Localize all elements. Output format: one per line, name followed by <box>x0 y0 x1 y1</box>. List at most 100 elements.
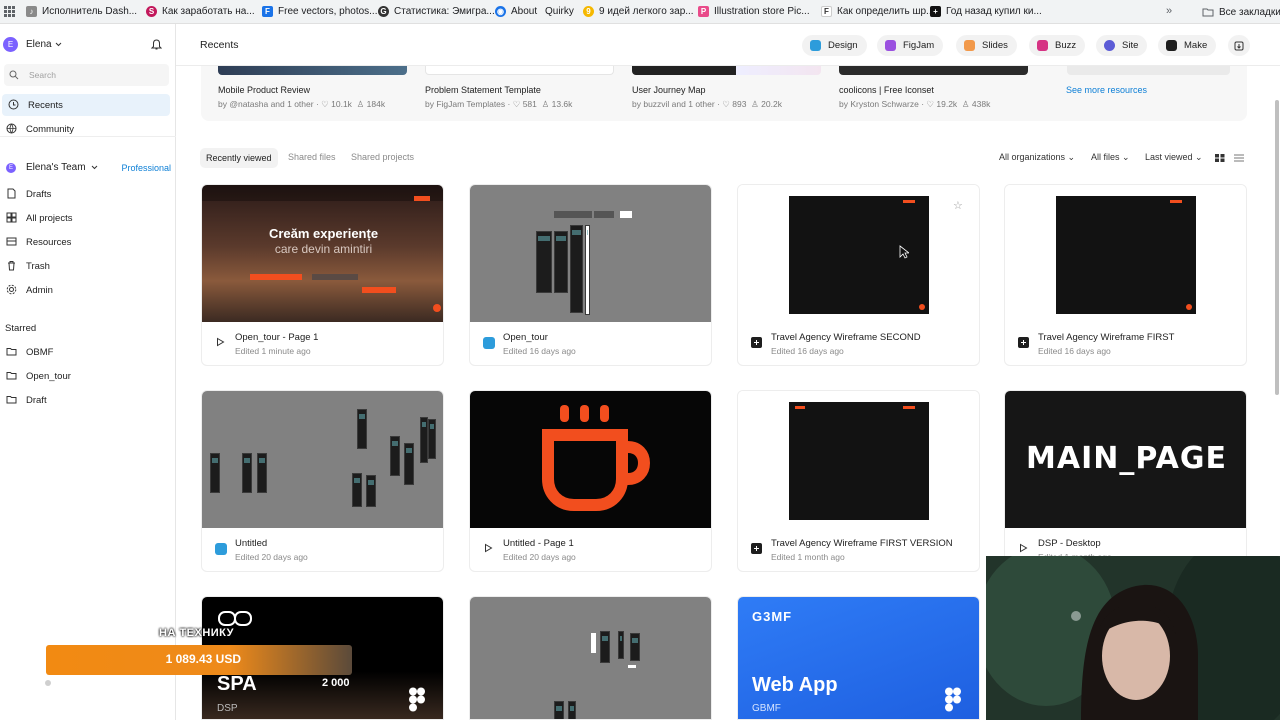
file-thumbnail: ☆ <box>738 185 979 322</box>
product-chip-make[interactable]: Make <box>1158 35 1217 56</box>
template-thumb[interactable] <box>632 66 821 75</box>
product-chip-slides[interactable]: Slides <box>956 35 1017 56</box>
design-file-icon <box>483 337 495 349</box>
sidebar-item-label: Resources <box>26 236 72 248</box>
bookmark-item[interactable]: 9 9 идей легкого зар... <box>583 0 698 24</box>
file-card[interactable]: Untitled - Page 1 Edited 20 days ago <box>469 390 712 572</box>
filter-label: All organizations <box>999 152 1066 162</box>
about-favicon-icon: ◉ <box>495 6 506 17</box>
bookmark-item[interactable]: F Как определить шр... <box>821 0 930 24</box>
template-title[interactable]: coolicons | Free Iconset <box>839 85 934 95</box>
bookmark-item[interactable]: ◉ About <box>495 0 545 24</box>
bookmark-label: Illustration store Pic... <box>714 6 810 17</box>
clock-icon <box>8 99 19 110</box>
template-title[interactable]: Mobile Product Review <box>218 85 310 95</box>
bookmark-item[interactable]: + Год назад купил ки... <box>930 0 1046 24</box>
file-card[interactable]: Open_tour Edited 16 days ago <box>469 184 712 366</box>
sidebar-item-starred[interactable]: Draft <box>0 389 176 411</box>
file-title: DSP - Desktop <box>1038 538 1101 549</box>
bookmark-item[interactable]: P Illustration store Pic... <box>698 0 821 24</box>
sidebar-item-drafts[interactable]: Drafts <box>0 183 176 205</box>
template-thumb[interactable] <box>425 66 614 75</box>
product-chip-buzz[interactable]: Buzz <box>1029 35 1086 56</box>
library-icon <box>6 237 17 246</box>
tab-shared-projects[interactable]: Shared projects <box>351 152 414 162</box>
sidebar-item-all-projects[interactable]: All projects <box>0 207 176 229</box>
bookmark-item[interactable]: ♪ Исполнитель Dash... <box>26 0 146 24</box>
donation-amount: 1 089.43 USD <box>165 652 241 666</box>
file-card[interactable] <box>469 596 712 720</box>
sort-dropdown[interactable]: Last viewed ⌄ <box>1145 152 1203 163</box>
chevron-down-icon <box>91 165 97 170</box>
grid-view-icon[interactable] <box>1214 153 1226 163</box>
file-edited: Edited 1 minute ago <box>235 346 311 356</box>
star-icon[interactable]: ☆ <box>953 199 963 212</box>
bookmark-item[interactable]: Quirky <box>545 0 583 24</box>
tab-recently-viewed[interactable]: Recently viewed <box>200 148 278 168</box>
sidebar-item-resources[interactable]: Resources <box>0 231 176 253</box>
mouse-cursor-icon <box>899 245 909 259</box>
template-title[interactable]: Problem Statement Template <box>425 85 541 95</box>
file-filter-dropdown[interactable]: All files ⌄ <box>1091 152 1130 163</box>
file-thumbnail <box>1005 185 1246 322</box>
thumb-hero-heading: Creăm experiențe <box>268 226 379 241</box>
file-card[interactable]: Travel Agency Wireframe FIRST Edited 16 … <box>1004 184 1247 366</box>
product-chip-design[interactable]: Design <box>802 35 867 56</box>
apps-grid-icon[interactable] <box>4 5 16 18</box>
file-thumbnail <box>470 597 711 719</box>
file-card[interactable]: MAIN_PAGE DSP - Desktop Edited 1 month a… <box>1004 390 1247 572</box>
sidebar-item-trash[interactable]: Trash <box>0 255 176 277</box>
site-icon <box>1104 40 1115 51</box>
see-more-link[interactable]: See more resources <box>1066 85 1147 95</box>
plus-favicon-icon: + <box>930 6 941 17</box>
site-file-icon <box>1018 337 1029 348</box>
divider <box>0 136 176 137</box>
sidebar-item-starred[interactable]: OBMF <box>0 341 176 363</box>
freepik-favicon-icon: F <box>262 6 273 17</box>
play-icon <box>485 543 493 553</box>
product-chip-site[interactable]: Site <box>1096 35 1148 56</box>
all-bookmarks-button[interactable]: Все закладки <box>1202 0 1280 24</box>
figma-logo-icon <box>945 687 961 712</box>
play-icon <box>217 337 225 347</box>
notification-bell-icon[interactable] <box>151 39 162 51</box>
file-card[interactable]: G3MF Web App GBMF <box>737 596 980 720</box>
tab-shared-files[interactable]: Shared files <box>288 152 336 162</box>
account-switcher[interactable]: E Elena <box>3 37 62 52</box>
bookmark-item[interactable]: F Free vectors, photos... <box>262 0 378 24</box>
file-card[interactable]: Untitled Edited 20 days ago <box>201 390 444 572</box>
team-switcher[interactable]: E Elena's Team Professional <box>6 162 171 173</box>
sidebar-item-admin[interactable]: Admin <box>0 279 176 301</box>
chip-label: Slides <box>982 40 1008 51</box>
sidebar: E Elena Search Recents Community E Elena… <box>0 24 176 720</box>
more-bookmarks-icon[interactable]: » <box>1166 5 1172 17</box>
bookmark-label: 9 идей легкого зар... <box>599 6 694 17</box>
scrollbar[interactable] <box>1275 100 1279 395</box>
template-thumb[interactable] <box>218 66 407 75</box>
template-likes: 893 <box>732 99 747 109</box>
template-thumb[interactable] <box>839 66 1028 75</box>
chip-label: Design <box>828 40 858 51</box>
file-card[interactable]: Travel Agency Wireframe FIRST VERSION Ed… <box>737 390 980 572</box>
list-view-icon[interactable] <box>1233 153 1245 163</box>
globe-icon <box>6 123 17 134</box>
file-card[interactable]: Creăm experiențe care devin amintiri Ope… <box>201 184 444 366</box>
figma-logo-icon <box>409 687 425 712</box>
folder-icon <box>6 372 17 380</box>
sidebar-item-starred[interactable]: Open_tour <box>0 365 176 387</box>
import-button[interactable] <box>1228 35 1250 56</box>
template-title[interactable]: User Journey Map <box>632 85 706 95</box>
bookmark-item[interactable]: G Статистика: Эмигра... <box>378 0 495 24</box>
template-meta: by @natasha and 1 other · ♡ 10.1k ♙ 184k <box>218 99 386 109</box>
thumb-spa-title: SPA <box>217 673 257 695</box>
search-input[interactable]: Search <box>4 64 169 86</box>
file-card[interactable]: ☆ Travel Agency Wireframe SECOND Edited … <box>737 184 980 366</box>
avatar: E <box>3 37 18 52</box>
product-chip-figjam[interactable]: FigJam <box>877 35 944 56</box>
bookmark-item[interactable]: S Как заработать на... <box>146 0 262 24</box>
sidebar-item-recents[interactable]: Recents <box>2 94 170 116</box>
org-filter-dropdown[interactable]: All organizations ⌄ <box>999 152 1075 163</box>
logo-icon <box>218 611 252 626</box>
file-edited: Edited 20 days ago <box>503 552 576 562</box>
plan-badge[interactable]: Professional <box>121 163 171 173</box>
